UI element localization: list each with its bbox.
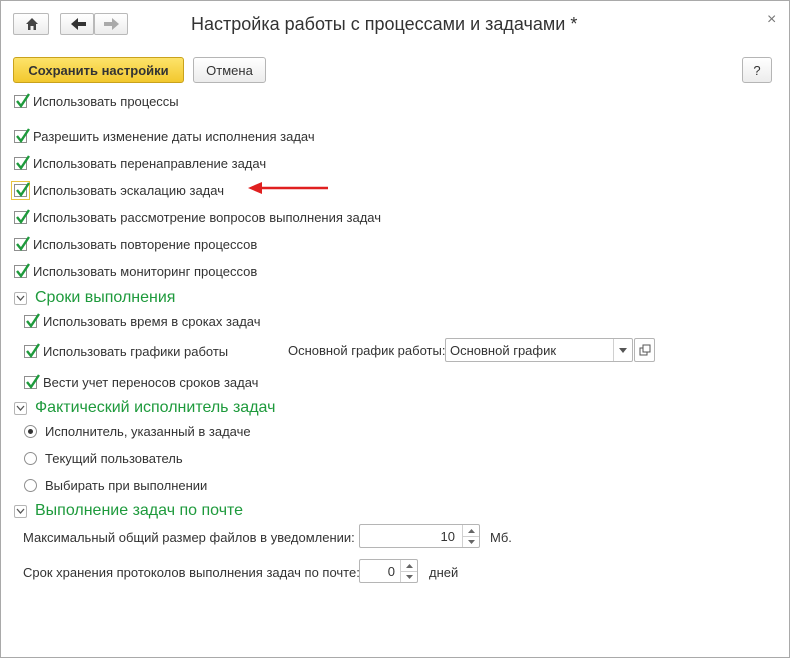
checkbox-use-work-schedules[interactable]: Использовать графики работы [24, 342, 228, 360]
max-size-label: Максимальный общий размер файлов в уведо… [23, 530, 355, 545]
radio-choose-on-execution[interactable]: Выбирать при выполнении [24, 476, 207, 494]
radio-button[interactable] [24, 451, 37, 465]
forward-arrow-icon [104, 18, 119, 30]
radio-label: Выбирать при выполнении [45, 477, 208, 493]
group-title: Выполнение задач по почте [35, 502, 244, 519]
checkbox-label: Разрешить изменение даты исполнения зада… [33, 128, 315, 144]
chevron-down-icon[interactable] [14, 504, 27, 518]
schedule-value: Основной график [450, 343, 557, 358]
checkbox-label: Использовать графики работы [43, 343, 229, 359]
group-email-header[interactable]: Выполнение задач по почте [14, 502, 243, 520]
home-button[interactable] [13, 13, 49, 35]
checkbox-use-issues-review[interactable]: Использовать рассмотрение вопросов выпол… [14, 208, 381, 226]
radio-button[interactable] [24, 478, 37, 492]
checkbox-use-process-monitoring[interactable]: Использовать мониторинг процессов [14, 262, 257, 280]
checkbox-label: Использовать время в сроках задач [43, 313, 261, 329]
cancel-button[interactable]: Отмена [193, 57, 266, 83]
dropdown-button[interactable] [613, 339, 632, 361]
checkmark-icon [26, 373, 40, 389]
checkbox-track-transfers[interactable]: Вести учет переносов сроков задач [24, 373, 258, 391]
checkbox-box[interactable] [24, 373, 40, 389]
window-title: Настройка работы с процессами и задачами… [191, 14, 578, 34]
retention-unit: дней [429, 565, 459, 580]
checkbox-use-redirect[interactable]: Использовать перенаправление задач [14, 154, 266, 172]
schedule-label: Основной график работы: [288, 343, 446, 358]
spin-down-icon[interactable] [463, 536, 479, 547]
schedule-select[interactable]: Основной график [445, 338, 633, 362]
checkbox-allow-date-change[interactable]: Разрешить изменение даты исполнения зада… [14, 127, 315, 145]
checkmark-icon [26, 312, 40, 328]
group-title: Фактический исполнитель задач [35, 399, 276, 416]
checkmark-icon [16, 235, 30, 251]
group-executor-header[interactable]: Фактический исполнитель задач [14, 399, 275, 417]
checkmark-icon [16, 262, 30, 278]
chevron-down-icon[interactable] [14, 291, 27, 305]
retention-input[interactable]: 0 [359, 559, 418, 583]
checkbox-label: Использовать эскалацию задач [33, 182, 224, 198]
checkbox-label: Использовать рассмотрение вопросов выпол… [33, 209, 382, 225]
group-title: Сроки выполнения [35, 289, 176, 306]
save-settings-button[interactable]: Сохранить настройки [13, 57, 184, 83]
checkbox-use-process-repeat[interactable]: Использовать повторение процессов [14, 235, 257, 253]
checkbox-box[interactable] [24, 342, 40, 358]
checkbox-use-processes[interactable]: Использовать процессы [14, 92, 179, 110]
checkbox-box[interactable] [24, 312, 40, 328]
checkmark-icon [16, 154, 30, 170]
checkbox-label: Вести учет переносов сроков задач [43, 374, 259, 390]
close-icon[interactable]: × [767, 11, 776, 29]
checkmark-icon [16, 92, 30, 108]
red-arrow-annotation [248, 182, 328, 194]
back-arrow-icon [71, 18, 86, 30]
chevron-down-icon[interactable] [14, 401, 27, 415]
radio-executor-specified[interactable]: Исполнитель, указанный в задаче [24, 422, 251, 440]
home-icon [26, 18, 38, 30]
spin-down-icon[interactable] [401, 571, 417, 582]
checkmark-icon [16, 127, 30, 143]
group-deadlines-header[interactable]: Сроки выполнения [14, 289, 175, 307]
checkbox-use-time-in-deadlines[interactable]: Использовать время в сроках задач [24, 312, 261, 330]
help-icon[interactable]: ? [742, 57, 772, 83]
spinner[interactable] [400, 560, 417, 582]
max-size-value: 10 [440, 529, 455, 544]
checkbox-use-escalation[interactable]: Использовать эскалацию задач [11, 180, 224, 200]
checkbox-box[interactable] [14, 235, 30, 251]
checkbox-label: Использовать перенаправление задач [33, 155, 267, 171]
checkbox-label: Использовать процессы [33, 93, 179, 109]
schedule-open-button[interactable] [634, 338, 655, 362]
checkbox-label: Использовать повторение процессов [33, 236, 258, 252]
forward-button[interactable] [94, 13, 128, 35]
radio-label: Текущий пользователь [45, 450, 183, 466]
checkbox-box[interactable] [11, 180, 30, 200]
open-icon [639, 344, 651, 356]
checkbox-box[interactable] [14, 127, 30, 143]
checkmark-icon [26, 342, 40, 358]
radio-current-user[interactable]: Текущий пользователь [24, 449, 183, 467]
max-size-input[interactable]: 10 [359, 524, 480, 548]
radio-button[interactable] [24, 424, 37, 438]
retention-label: Срок хранения протоколов выполнения зада… [23, 565, 360, 580]
back-button[interactable] [60, 13, 94, 35]
checkbox-box[interactable] [14, 262, 30, 278]
checkbox-label: Использовать мониторинг процессов [33, 263, 258, 279]
checkbox-box[interactable] [14, 208, 30, 224]
settings-window: Настройка работы с процессами и задачами… [0, 0, 790, 658]
checkmark-icon [16, 208, 30, 224]
spinner[interactable] [462, 525, 479, 547]
retention-value: 0 [387, 564, 395, 579]
checkmark-icon [16, 181, 30, 197]
checkbox-box[interactable] [14, 92, 30, 108]
max-size-unit: Мб. [490, 530, 512, 545]
radio-label: Исполнитель, указанный в задаче [45, 423, 251, 439]
checkbox-box[interactable] [14, 154, 30, 170]
chevron-down-icon [619, 347, 627, 353]
